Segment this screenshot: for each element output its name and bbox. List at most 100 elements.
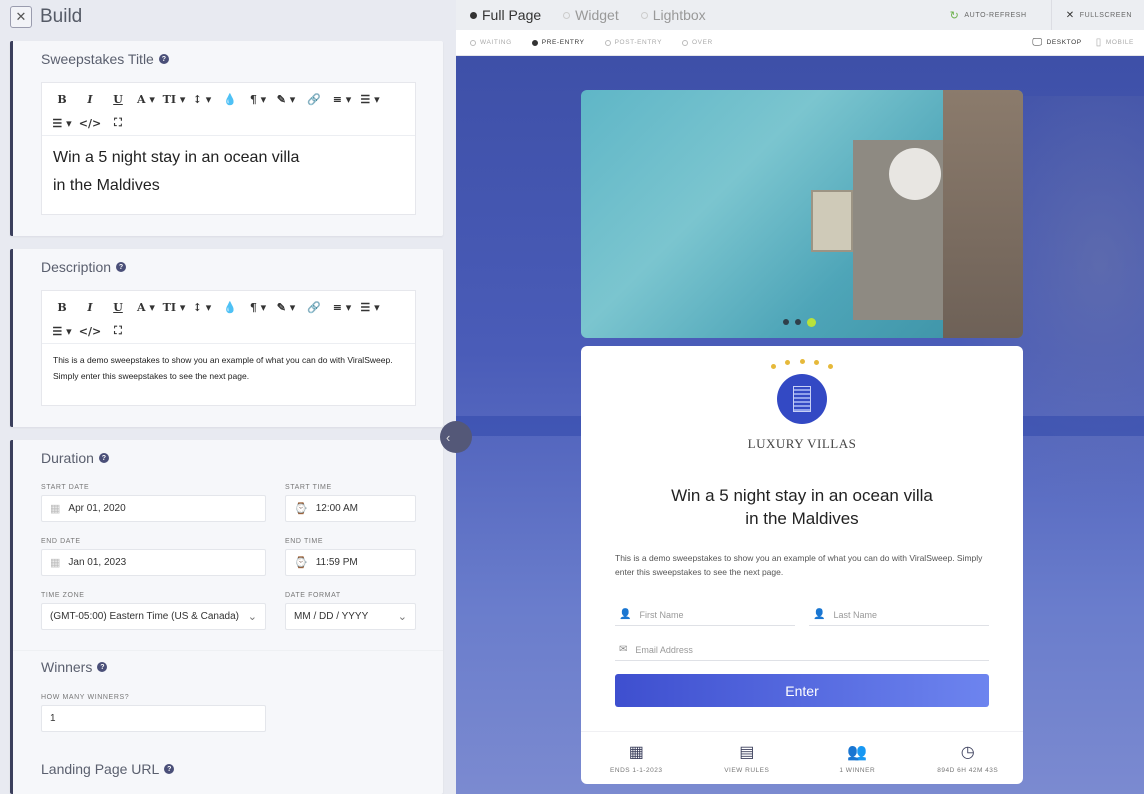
end-date-input[interactable]: ▦ Jan 01, 2023: [41, 549, 266, 576]
villa-lounge: [811, 190, 853, 252]
email-input[interactable]: ✉ Email Address: [615, 639, 989, 661]
rating-stars: [771, 359, 833, 369]
user-icon: 👤: [813, 609, 826, 620]
mobile-icon: ▯: [1095, 37, 1102, 48]
start-time-label: Start Time: [285, 484, 332, 491]
help-icon[interactable]: ?: [164, 764, 175, 774]
villa-roof: [943, 90, 1023, 338]
date-format-select[interactable]: MM / DD / YYYY ⌄: [285, 603, 416, 630]
watch-icon: ⌚: [294, 503, 308, 515]
fullscreen-editor-button[interactable]: ⛶: [104, 319, 132, 343]
italic-button[interactable]: I: [76, 87, 104, 111]
hero-image-carousel[interactable]: [581, 90, 1023, 338]
footer-countdown: ◷ 894d 6h 42m 43s: [937, 744, 999, 774]
paragraph-button[interactable]: ¶ ▾: [244, 87, 272, 111]
carousel-dot[interactable]: [795, 319, 801, 325]
description-editor-toolbar: B I U A ▾ TI ▾ ↕ ▾ 💧 ¶ ▾ ✎ ▾ 🔗 ≡ ▾ ☰ ▾ ☰…: [42, 291, 415, 344]
footer-view-rules[interactable]: ▤ View Rules: [692, 732, 803, 784]
help-icon[interactable]: ?: [116, 262, 127, 272]
radio-icon: [531, 39, 538, 46]
first-name-input[interactable]: 👤 First Name: [615, 604, 795, 626]
title-editor-content[interactable]: Win a 5 night stay in an ocean villa in …: [42, 136, 415, 208]
brand-name: LUXURY VILLAS: [747, 436, 857, 451]
link-icon[interactable]: 🔗: [300, 295, 328, 319]
villa-umbrella: [889, 148, 941, 200]
preview-mode-bar: Full Page Widget Lightbox ↻ Auto-Refresh…: [456, 0, 1144, 30]
state-waiting[interactable]: Waiting: [470, 39, 512, 46]
landing-page-url-label: Landing Page URL ?: [41, 761, 175, 777]
last-name-input[interactable]: 👤 Last Name: [809, 604, 989, 626]
start-date-input[interactable]: ▦ Apr 01, 2020: [41, 495, 266, 522]
ordered-list-button[interactable]: ☰ ▾: [48, 111, 76, 135]
underline-button[interactable]: U: [104, 87, 132, 111]
color-drop-icon[interactable]: 💧: [216, 295, 244, 319]
winners-count-label: How many winners?: [41, 694, 130, 701]
italic-button[interactable]: I: [76, 295, 104, 319]
underline-button[interactable]: U: [104, 295, 132, 319]
code-view-button[interactable]: </>: [76, 111, 104, 135]
description-editor-content[interactable]: This is a demo sweepstakes to show you a…: [42, 344, 415, 392]
color-drop-icon[interactable]: 💧: [216, 87, 244, 111]
start-time-input[interactable]: ⌚ 12:00 AM: [285, 495, 416, 522]
radio-icon: [470, 11, 477, 19]
help-icon[interactable]: ?: [97, 662, 108, 672]
star-icon: [771, 364, 776, 369]
enter-button[interactable]: Enter: [615, 674, 989, 707]
calendar-icon: ▦: [50, 503, 61, 515]
mode-full-page[interactable]: Full Page: [470, 7, 541, 23]
preview-panel: Full Page Widget Lightbox ↻ Auto-Refresh…: [456, 0, 1144, 794]
list-button[interactable]: ☰ ▾: [356, 87, 384, 111]
state-post-entry[interactable]: Post-Entry: [604, 39, 662, 46]
bold-button[interactable]: B: [48, 87, 76, 111]
campaign-description: This is a demo sweepstakes to show you a…: [615, 553, 983, 577]
duration-card: Duration ? Start Date ▦ Apr 01, 2020 Sta…: [10, 440, 443, 794]
font-size-button[interactable]: TI ▾: [160, 87, 188, 111]
end-time-input[interactable]: ⌚ 11:59 PM: [285, 549, 416, 576]
refresh-icon: ↻: [949, 9, 960, 22]
code-view-button[interactable]: </>: [76, 319, 104, 343]
carousel-dots: [783, 318, 816, 327]
carousel-dot[interactable]: [783, 319, 789, 325]
link-icon[interactable]: 🔗: [300, 87, 328, 111]
fullscreen-button[interactable]: ✕ Fullscreen: [1066, 10, 1132, 21]
tools-icon: ✕: [10, 6, 32, 28]
build-header: ✕ Build: [10, 6, 82, 28]
clear-format-button[interactable]: ✎ ▾: [272, 295, 300, 319]
star-icon: [799, 359, 805, 364]
mode-lightbox[interactable]: Lightbox: [640, 7, 706, 23]
build-panel: ✕ Build Sweepstakes Title ? B I U A ▾ TI…: [0, 0, 456, 794]
calendar-icon: ▦: [50, 557, 61, 569]
font-color-button[interactable]: A ▾: [132, 295, 160, 319]
font-color-button[interactable]: A ▾: [132, 87, 160, 111]
list-button[interactable]: ☰ ▾: [356, 295, 384, 319]
paragraph-button[interactable]: ¶ ▾: [244, 295, 272, 319]
line-height-button[interactable]: ↕ ▾: [188, 295, 216, 319]
line-height-button[interactable]: ↕ ▾: [188, 87, 216, 111]
collapse-panel-button[interactable]: ‹: [440, 421, 472, 453]
state-over[interactable]: Over: [682, 39, 713, 46]
align-button[interactable]: ≡ ▾: [328, 295, 356, 319]
device-mobile[interactable]: ▯ Mobile: [1096, 37, 1134, 48]
ordered-list-button[interactable]: ☰ ▾: [48, 319, 76, 343]
help-icon[interactable]: ?: [98, 453, 109, 463]
fullscreen-editor-button[interactable]: ⛶: [104, 111, 132, 135]
help-icon[interactable]: ?: [158, 54, 169, 64]
radio-icon: [563, 11, 571, 19]
align-button[interactable]: ≡ ▾: [328, 87, 356, 111]
divider: [1050, 0, 1052, 30]
winners-count-input[interactable]: 1: [41, 705, 266, 732]
auto-refresh-button[interactable]: ↻ Auto-Refresh: [950, 9, 1027, 22]
device-desktop[interactable]: 🖵 Desktop: [1032, 37, 1081, 48]
carousel-dot-active[interactable]: [807, 318, 816, 327]
clear-format-button[interactable]: ✎ ▾: [272, 87, 300, 111]
state-pre-entry[interactable]: Pre-Entry: [531, 39, 585, 46]
chevron-down-icon: ⌄: [397, 611, 407, 623]
campaign-preview: LUXURY VILLAS Win a 5 night stay in an o…: [456, 56, 1144, 794]
description-label: Description ?: [41, 259, 127, 275]
mode-widget[interactable]: Widget: [563, 7, 619, 23]
title-editor-toolbar: B I U A ▾ TI ▾ ↕ ▾ 💧 ¶ ▾ ✎ ▾ 🔗 ≡ ▾ ☰ ▾ ☰…: [42, 83, 415, 136]
bold-button[interactable]: B: [48, 295, 76, 319]
timezone-select[interactable]: (GMT-05:00) Eastern Time (US & Canada) ⌄: [41, 603, 266, 630]
end-date-label: End Date: [41, 538, 81, 545]
font-size-button[interactable]: TI ▾: [160, 295, 188, 319]
